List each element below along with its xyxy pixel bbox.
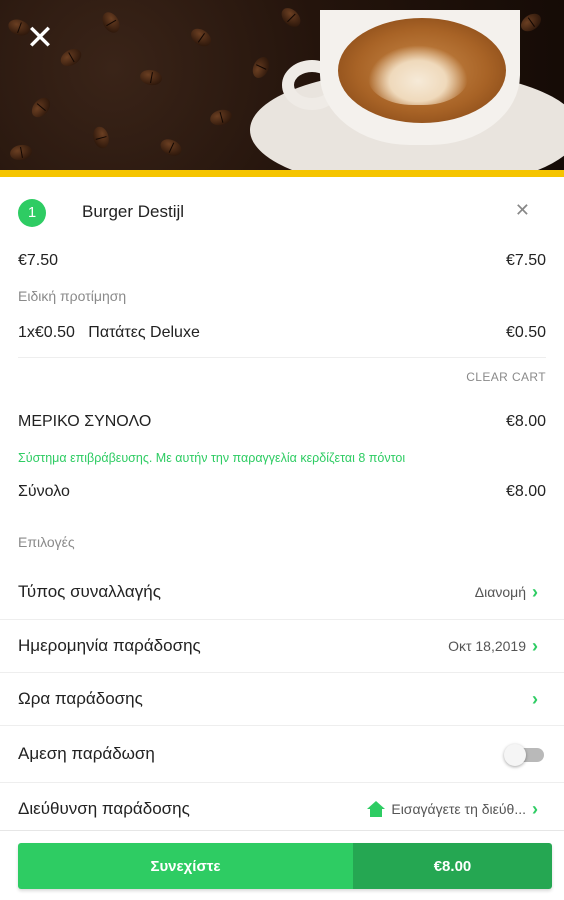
header-image xyxy=(0,0,564,170)
immediate-delivery-toggle[interactable] xyxy=(504,744,546,766)
header-stripe xyxy=(0,170,564,177)
delivery-address-value: Εισαγάγετε τη διεύθ... xyxy=(391,801,526,817)
item-price-row: €7.50 €7.50 xyxy=(18,252,546,270)
special-preference-row: Ειδική προτίμηση xyxy=(18,288,546,304)
transaction-type-label: Τύπος συναλλαγής xyxy=(18,582,161,601)
coffee-bean xyxy=(157,136,185,159)
coffee-bean xyxy=(138,68,164,87)
subtotal-label: ΜΕΡΙΚΟ ΣΥΝΟΛΟ xyxy=(18,413,152,430)
chevron-right-icon: › xyxy=(532,582,538,602)
coffee-bean xyxy=(57,45,85,70)
chevron-right-icon: › xyxy=(532,689,538,709)
reward-row: Σύστημα επιβράβευσης. Με αυτήν την παραγ… xyxy=(18,451,546,465)
item-line-total: €7.50 xyxy=(505,252,546,269)
quantity-badge: 1 xyxy=(18,199,46,227)
extra-row: 1x€0.50 Πατάτες Deluxe €0.50 xyxy=(18,324,546,342)
divider xyxy=(0,725,564,726)
clear-cart-button[interactable]: CLEAR CART xyxy=(466,370,546,384)
delivery-address-row[interactable]: Διεύθυνση παράδοσης Εισαγάγετε τη διεύθ.… xyxy=(18,783,546,835)
checkout-amount[interactable]: €8.00 xyxy=(353,843,552,889)
coffee-bean xyxy=(187,25,215,50)
latte-art xyxy=(368,45,468,105)
coffee-bean xyxy=(99,9,123,36)
item-unit-price: €7.50 xyxy=(18,252,59,269)
clear-cart-row: CLEAR CART xyxy=(18,370,546,384)
toggle-knob xyxy=(504,744,526,766)
continue-button[interactable]: Συνεχίστε xyxy=(18,843,353,889)
chevron-right-icon: › xyxy=(532,799,538,819)
subtotal-row: ΜΕΡΙΚΟ ΣΥΝΟΛΟ €8.00 xyxy=(18,413,546,431)
cart-item-header: 1 xyxy=(18,199,48,227)
reward-note: Σύστημα επιβράβευσης. Με αυτήν την παραγ… xyxy=(18,451,406,465)
delivery-time-row[interactable]: Ωρα παράδοσης › xyxy=(18,673,546,725)
extra-description: 1x€0.50 Πατάτες Deluxe xyxy=(18,324,200,342)
total-value: €8.00 xyxy=(505,483,546,500)
total-row: Σύνολο €8.00 xyxy=(18,483,546,501)
immediate-delivery-label: Αμεση παράδωση xyxy=(18,744,155,763)
transaction-type-row[interactable]: Τύπος συναλλαγής Διανομή › xyxy=(18,566,546,618)
checkout-button[interactable]: Συνεχίστε €8.00 xyxy=(18,843,552,889)
home-icon xyxy=(367,801,386,817)
special-preference-label: Ειδική προτίμηση xyxy=(18,288,127,304)
coffee-bean xyxy=(28,94,54,121)
immediate-delivery-row: Αμεση παράδωση xyxy=(18,728,546,780)
coffee-bean xyxy=(8,143,34,162)
divider xyxy=(18,357,546,358)
item-name: Burger Destijl xyxy=(82,202,185,221)
total-label: Σύνολο xyxy=(18,483,70,500)
close-icon[interactable]: ✕ xyxy=(22,20,58,56)
options-header-row: Επιλογές xyxy=(18,534,546,550)
delivery-date-row[interactable]: Ημερομηνία παράδοσης Οκτ 18,2019 › xyxy=(18,620,546,672)
coffee-bean xyxy=(90,124,112,151)
coffee-bean xyxy=(277,4,305,31)
delivery-address-label: Διεύθυνση παράδοσης xyxy=(18,799,190,818)
options-section-label: Επιλογές xyxy=(18,534,75,550)
extra-qty-price: 1x€0.50 xyxy=(18,324,75,341)
extra-name: Πατάτες Deluxe xyxy=(88,324,200,341)
extra-price: €0.50 xyxy=(505,324,546,341)
coffee-bean xyxy=(208,107,234,128)
coffee-bean xyxy=(517,10,545,35)
delivery-date-value: Οκτ 18,2019 xyxy=(448,638,526,654)
subtotal-value: €8.00 xyxy=(505,413,546,430)
chevron-right-icon: › xyxy=(532,636,538,656)
delivery-time-label: Ωρα παράδοσης xyxy=(18,689,143,708)
remove-item-icon[interactable]: ✕ xyxy=(515,200,530,221)
transaction-type-value: Διανομή xyxy=(474,584,526,600)
coffee-bean xyxy=(249,54,273,81)
delivery-date-label: Ημερομηνία παράδοσης xyxy=(18,636,201,655)
